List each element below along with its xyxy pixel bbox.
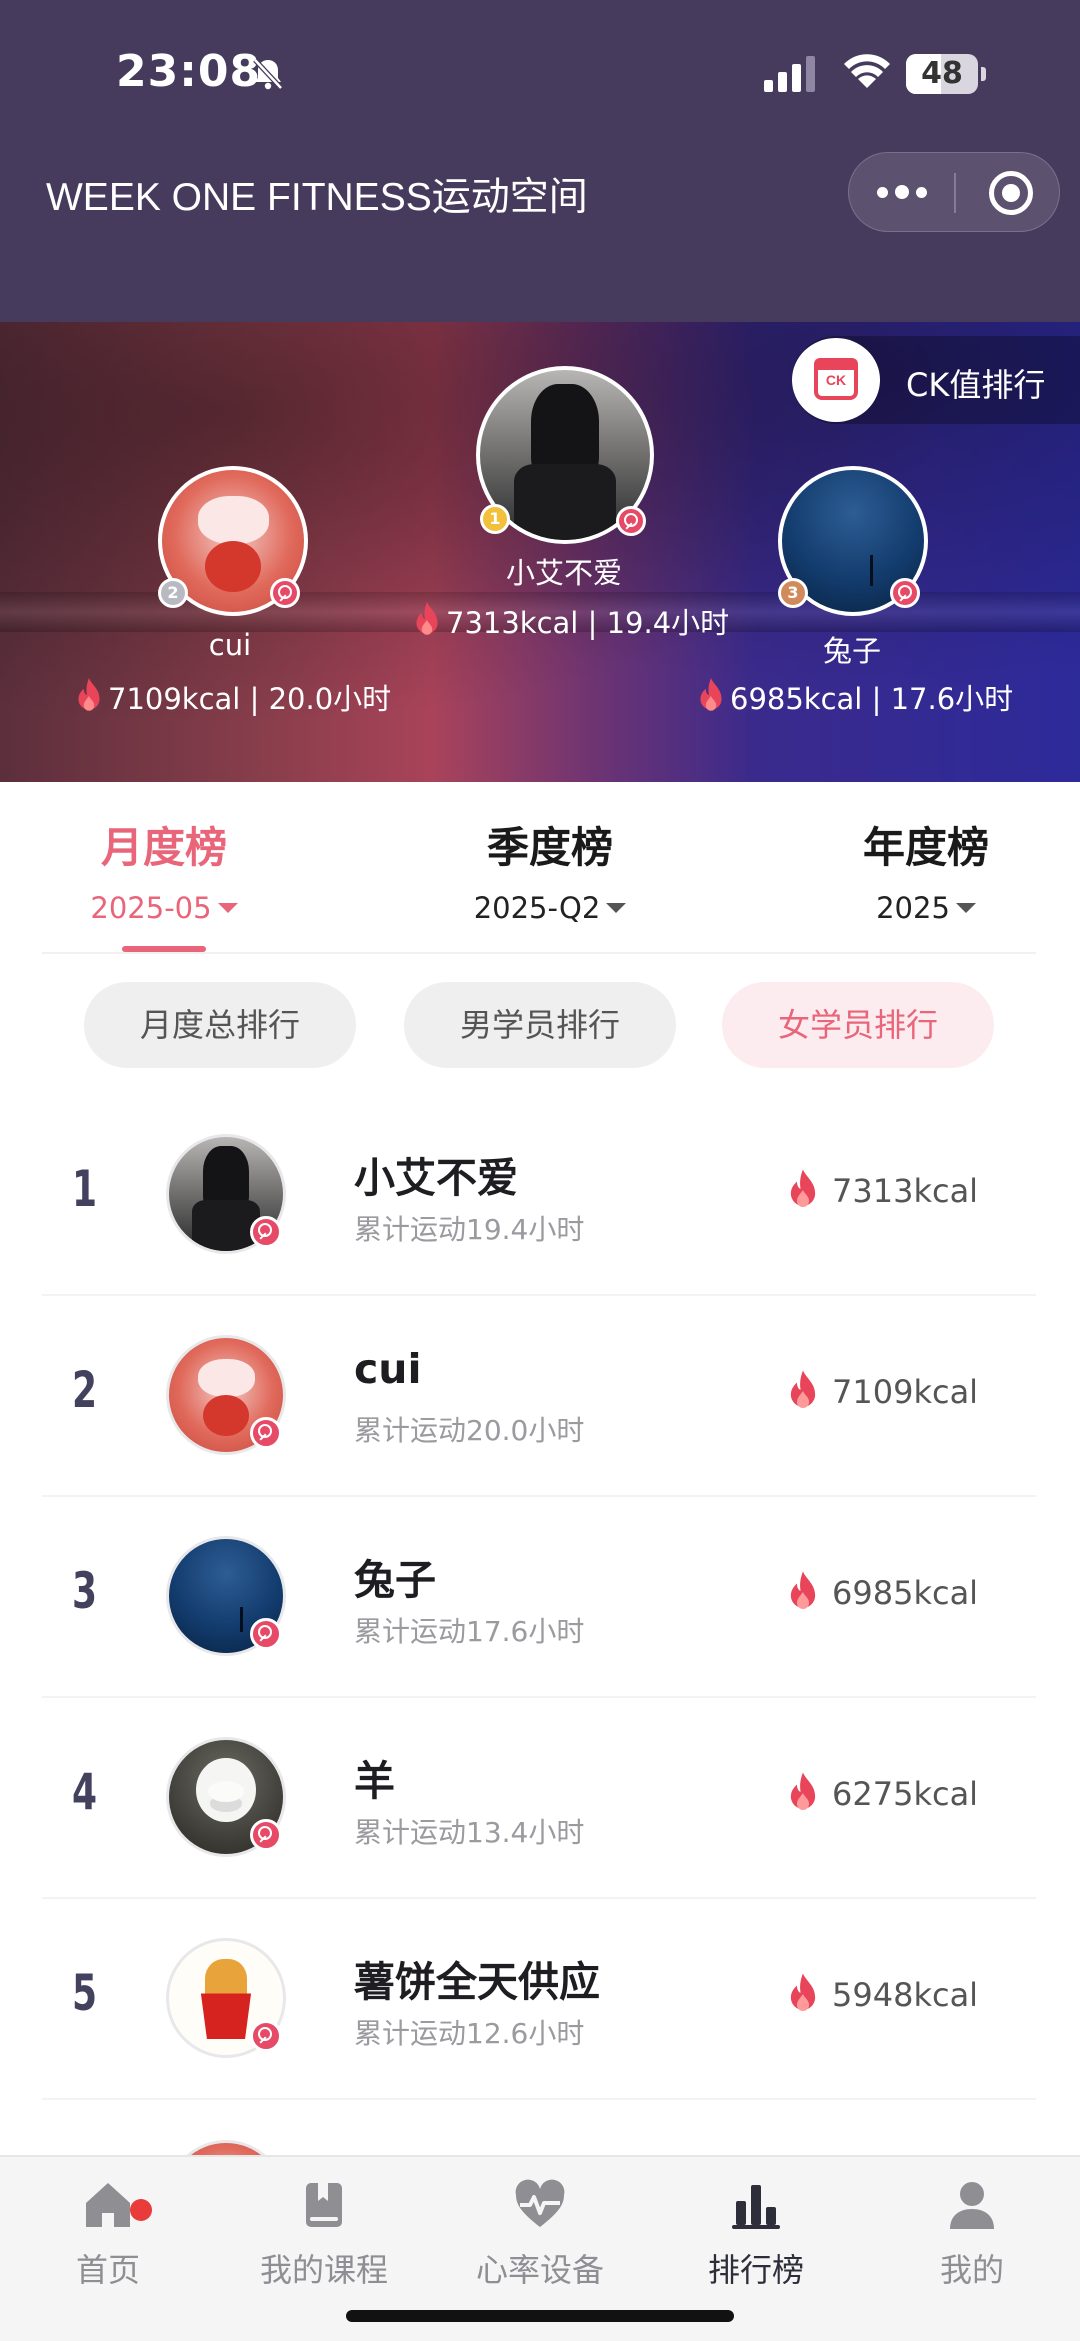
female-icon <box>250 2020 282 2052</box>
status-time: 23:08 <box>116 46 262 97</box>
target-icon[interactable] <box>989 171 1033 215</box>
divider <box>42 952 1036 954</box>
tab-yearly[interactable]: 年度榜 2025 <box>816 814 1036 925</box>
period-select[interactable]: 2025-Q2 <box>440 891 660 925</box>
nav-my-courses[interactable]: 我的课程 <box>216 2177 432 2291</box>
page-title: WEEK ONE FITNESS运动空间 <box>46 176 588 219</box>
user-name: 羊 <box>354 1757 395 1805</box>
kcal-value: 6985kcal <box>832 1574 979 1612</box>
flame-icon <box>790 1370 816 1408</box>
notification-dot <box>130 2199 152 2221</box>
home-indicator <box>346 2310 734 2322</box>
kcal-value: 5948kcal <box>832 1976 979 2014</box>
list-item[interactable]: 5 薯饼全天供应 累计运动12.6小时 5948kcal <box>42 1900 1036 2100</box>
ck-ranking-button[interactable]: CK CK值排行 <box>792 336 1080 424</box>
period-tabs: 月度榜 2025-05 季度榜 2025-Q2 年度榜 2025 <box>0 782 1080 952</box>
exercise-hours: 累计运动13.4小时 <box>354 1816 585 1849</box>
book-icon <box>306 2183 342 2227</box>
flame-icon <box>700 678 722 711</box>
period-select[interactable]: 2025 <box>816 891 1036 925</box>
ck-ranking-label: CK值排行 <box>906 366 1046 404</box>
user-name: 兔子 <box>354 1556 436 1604</box>
more-icon[interactable] <box>877 183 934 202</box>
tab-label: 月度榜 <box>100 823 227 872</box>
signal-icon <box>764 56 815 92</box>
female-icon <box>250 1819 282 1851</box>
user-name: 薯饼全天供应 <box>354 1958 600 2006</box>
female-icon <box>616 506 646 536</box>
flame-icon <box>78 678 100 711</box>
chevron-down-icon <box>955 903 976 913</box>
calendar-icon: CK <box>792 338 880 422</box>
user-icon <box>950 2182 994 2229</box>
female-icon <box>270 578 300 608</box>
chevron-down-icon <box>606 903 627 913</box>
bell-off-icon <box>253 58 283 90</box>
nav-label: 首页 <box>75 2251 140 2289</box>
rank-number: 3 <box>72 1562 98 1620</box>
female-icon <box>250 1618 282 1650</box>
exercise-hours: 累计运动20.0小时 <box>354 1414 585 1447</box>
podium-name: cui <box>208 628 252 662</box>
chevron-down-icon <box>217 903 238 913</box>
kcal-value: 7109kcal <box>832 1373 979 1411</box>
rank-badge-bronze: 3 <box>778 578 808 608</box>
filter-male[interactable]: 男学员排行 <box>404 982 676 1068</box>
nav-heart-rate[interactable]: 心率设备 <box>432 2177 648 2291</box>
nav-leaderboard[interactable]: 排行榜 <box>648 2177 864 2291</box>
exercise-hours: 累计运动17.6小时 <box>354 1615 585 1648</box>
flame-icon <box>790 1571 816 1609</box>
tab-label: 年度榜 <box>862 823 989 872</box>
list-item[interactable]: 3 兔子 累计运动17.6小时 6985kcal <box>42 1498 1036 1698</box>
flame-icon <box>790 1772 816 1810</box>
podium-stat: 7109kcal | 20.0小时 <box>74 676 391 718</box>
wifi-icon <box>844 54 890 88</box>
kcal-value: 6275kcal <box>832 1775 979 1813</box>
user-name: 小艾不爱 <box>354 1154 518 1202</box>
nav-label: 我的 <box>939 2251 1004 2289</box>
heart-rate-icon <box>515 2179 565 2227</box>
female-icon <box>250 1216 282 1248</box>
flame-icon <box>790 1169 816 1207</box>
list-item[interactable]: 1 小艾不爱 累计运动19.4小时 7313kcal <box>42 1096 1036 1296</box>
rank-badge-silver: 2 <box>158 578 188 608</box>
rank-number: 2 <box>72 1361 98 1419</box>
nav-home[interactable]: 首页 <box>0 2177 216 2291</box>
bar-chart-icon <box>732 2185 780 2229</box>
flame-icon <box>790 1973 816 2011</box>
tab-label: 季度榜 <box>486 823 613 872</box>
filter-monthly-total[interactable]: 月度总排行 <box>84 982 356 1068</box>
user-name: cui <box>354 1345 422 1393</box>
kcal-value: 7313kcal <box>832 1172 979 1210</box>
exercise-hours: 累计运动19.4小时 <box>354 1213 585 1246</box>
home-icon <box>86 2183 130 2227</box>
podium-banner: CK CK值排行 1 小艾不爱 7313kcal | 19.4小时 2 cui … <box>0 322 1080 782</box>
battery-level: 48 <box>921 56 963 91</box>
nav-label: 心率设备 <box>475 2251 604 2289</box>
list-item[interactable]: 2 cui 累计运动20.0小时 7109kcal <box>42 1297 1036 1497</box>
mini-program-capsule <box>848 152 1060 232</box>
nav-label: 排行榜 <box>707 2251 804 2289</box>
nav-profile[interactable]: 我的 <box>864 2177 1080 2291</box>
podium-stat: 7313kcal | 19.4小时 <box>412 600 729 642</box>
rank-number: 1 <box>72 1160 98 1218</box>
period-select[interactable]: 2025-05 <box>54 891 274 925</box>
flame-icon <box>416 602 438 635</box>
exercise-hours: 累计运动12.6小时 <box>354 2017 585 2050</box>
rank-badge-gold: 1 <box>480 504 510 534</box>
female-icon <box>890 578 920 608</box>
tab-monthly[interactable]: 月度榜 2025-05 <box>54 814 274 925</box>
female-icon <box>250 1417 282 1449</box>
battery-icon: 48 <box>906 54 986 94</box>
list-item[interactable]: 4 羊 累计运动13.4小时 6275kcal <box>42 1699 1036 1899</box>
filter-female[interactable]: 女学员排行 <box>722 982 994 1068</box>
tab-quarterly[interactable]: 季度榜 2025-Q2 <box>440 814 660 925</box>
podium-stat: 6985kcal | 17.6小时 <box>696 676 1013 718</box>
nav-label: 我的课程 <box>259 2251 388 2289</box>
rank-number: 4 <box>72 1763 98 1821</box>
podium-name: 兔子 <box>822 634 881 668</box>
podium-name: 小艾不爱 <box>505 556 622 590</box>
rank-number: 5 <box>72 1964 98 2022</box>
top-header: 23:08 48 WEEK ONE FITNESS运动空间 <box>0 0 1080 322</box>
